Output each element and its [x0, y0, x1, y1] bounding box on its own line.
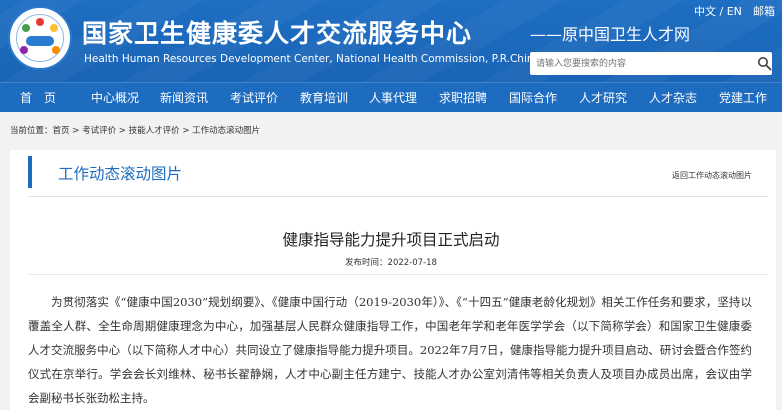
site-title: 国家卫生健康委人才交流服务中心 [82, 19, 473, 48]
logo-figure-yellow [50, 24, 58, 32]
breadcrumb-item-skills[interactable]: 技能人才评价 [129, 126, 180, 136]
site-subtitle: Health Human Resources Development Cente… [84, 53, 540, 65]
search-input[interactable] [536, 55, 736, 72]
back-to-list-link[interactable]: 返回工作动态滚动图片 [672, 170, 752, 181]
logo-figure-red [36, 18, 44, 26]
nav-item-research[interactable]: 人才研究 [579, 83, 627, 113]
breadcrumb-separator: > [69, 126, 83, 136]
search-box [530, 52, 772, 75]
logo-figure-purple [20, 46, 28, 54]
nav-item-exams[interactable]: 考试评价 [230, 83, 278, 113]
nav-item-training[interactable]: 教育培训 [300, 83, 348, 113]
breadcrumb-bar: 当前位置：首页 > 考试评价 > 技能人才评价 > 工作动态滚动图片 [0, 112, 782, 150]
nav-item-party[interactable]: 党建工作 [719, 83, 767, 113]
center-emblem-icon [26, 36, 54, 46]
breadcrumb-separator: > [116, 126, 129, 136]
logo-figure-green [22, 24, 30, 32]
nav-item-home[interactable]: 首 页 [20, 83, 56, 113]
breadcrumb-item-current[interactable]: 工作动态滚动图片 [192, 126, 260, 136]
article-title: 健康指导能力提升项目正式启动 [282, 231, 500, 249]
breadcrumb-label: 当前位置： [10, 126, 53, 136]
panel-title-accent [28, 156, 32, 188]
breadcrumb-item-home[interactable]: 首页 [53, 126, 70, 136]
article-divider [28, 274, 768, 275]
search-icon[interactable] [757, 56, 772, 71]
logo-figure-orange [52, 46, 60, 54]
nav-item-jobs[interactable]: 求职招聘 [439, 83, 487, 113]
site-slogan: ——原中国卫生人才网 [530, 25, 691, 44]
site-logo[interactable] [8, 6, 72, 70]
nav-item-international[interactable]: 国际合作 [509, 83, 557, 113]
nav-item-news[interactable]: 新闻资讯 [160, 83, 208, 113]
main-nav: 首 页 中心概况 新闻资讯 考试评价 教育培训 人事代理 求职招聘 国际合作 人… [0, 82, 782, 112]
mail-link[interactable]: 邮箱 [753, 3, 775, 19]
nav-item-magazine[interactable]: 人才杂志 [649, 83, 697, 113]
breadcrumb-separator: > [179, 126, 193, 136]
article-body: 为贯彻落实《“健康中国2030”规划纲要》、《健康中国行动（2019-2030年… [28, 295, 752, 405]
nav-item-about[interactable]: 中心概况 [91, 83, 139, 113]
breadcrumb: 当前位置：首页 > 考试评价 > 技能人才评价 > 工作动态滚动图片 [10, 124, 260, 136]
breadcrumb-item-exams[interactable]: 考试评价 [82, 126, 116, 136]
panel-title: 工作动态滚动图片 [58, 165, 183, 183]
publish-date: 发布时间：2022-07-18 [345, 258, 437, 268]
nav-item-personnel[interactable]: 人事代理 [369, 83, 417, 113]
panel-divider [28, 196, 768, 197]
language-switch[interactable]: 中文 / EN [694, 3, 742, 19]
